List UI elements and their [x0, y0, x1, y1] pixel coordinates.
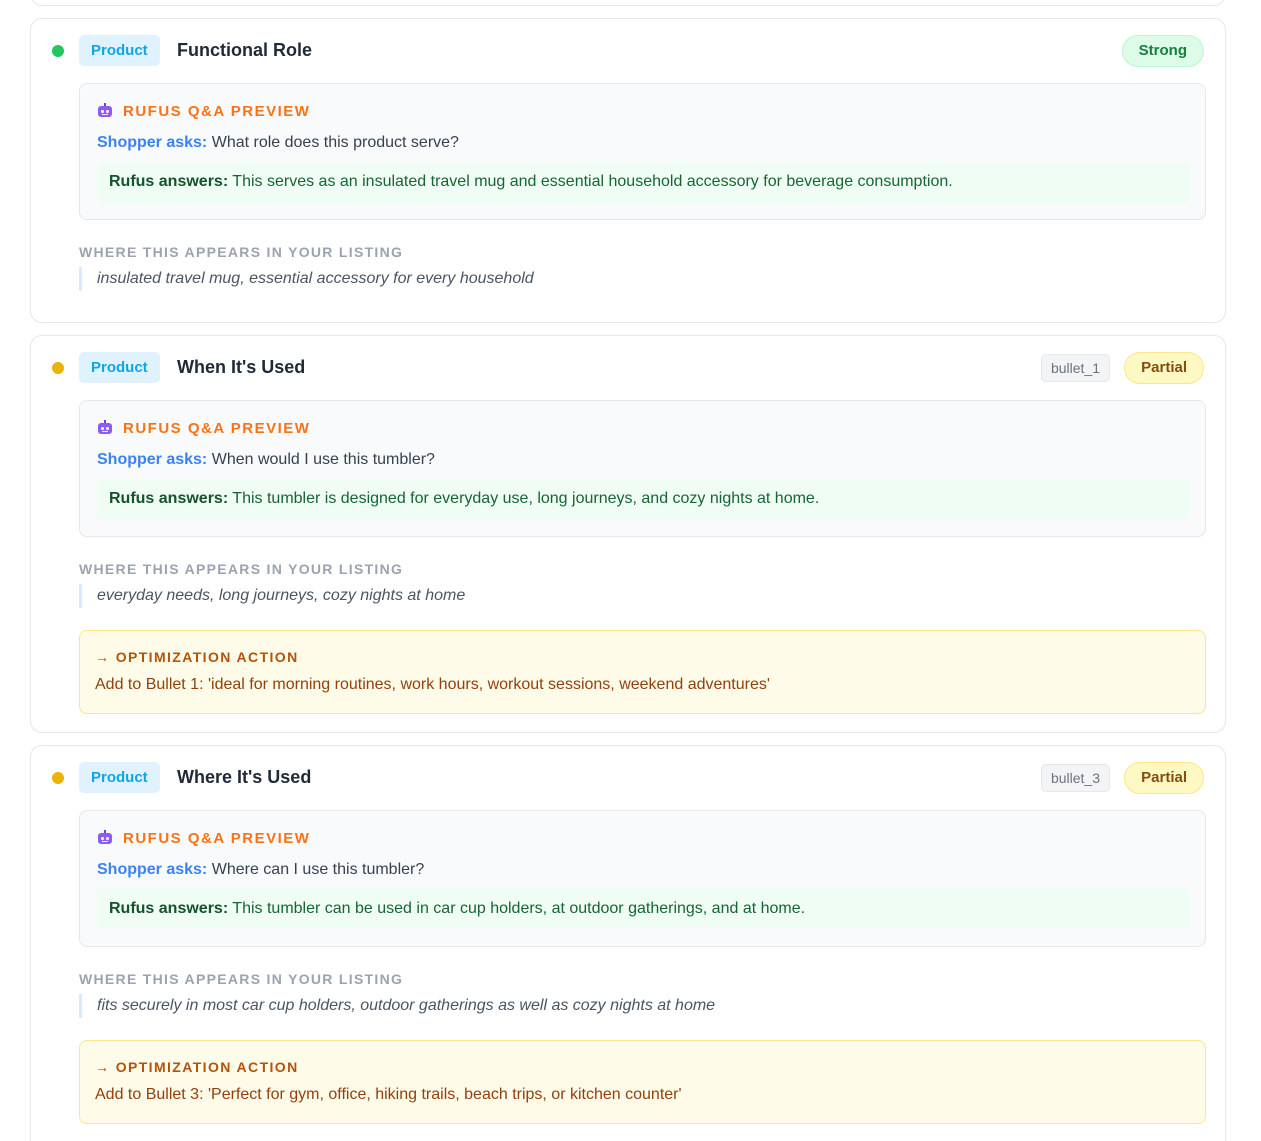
where-label: WHERE THIS APPEARS IN YOUR LISTING: [79, 561, 404, 577]
optimization-title: → OPTIMIZATION ACTION: [95, 649, 299, 665]
category-badge: Product: [79, 762, 160, 793]
question-text: Where can I use this tumbler?: [211, 861, 425, 878]
robot-icon: [97, 103, 113, 119]
optimization-text: Add to Bullet 1: 'ideal for morning rout…: [95, 676, 770, 693]
listing-quote: everyday needs, long journeys, cozy nigh…: [79, 584, 465, 608]
rufus-answer: Rufus answers: This tumbler can be used …: [97, 889, 1190, 929]
question-text: When would I use this tumbler?: [211, 451, 435, 468]
where-label: WHERE THIS APPEARS IN YOUR LISTING: [79, 971, 404, 987]
status-dot-icon: [52, 45, 64, 57]
card-header[interactable]: Product Functional Role Strong: [31, 19, 1225, 83]
optimization-action: → OPTIMIZATION ACTION Add to Bullet 1: '…: [79, 630, 1206, 714]
attribute-card-when-used: Product When It's Used bullet_1 Partial …: [30, 335, 1226, 733]
attribute-card-functional-role: Product Functional Role Strong RUFUS Q&A…: [30, 18, 1226, 323]
shopper-question: Shopper asks: When would I use this tumb…: [97, 449, 435, 471]
card-header[interactable]: Product Where It's Used bullet_3 Partial: [31, 746, 1225, 810]
previous-card-edge: [30, 0, 1226, 6]
shopper-label: Shopper asks:: [97, 134, 208, 151]
status-badge: Partial: [1124, 352, 1204, 384]
attribute-card-where-used: Product Where It's Used bullet_3 Partial…: [30, 745, 1226, 1141]
card-header[interactable]: Product When It's Used bullet_1 Partial: [31, 336, 1225, 400]
robot-icon: [97, 420, 113, 436]
rufus-qa-preview: RUFUS Q&A PREVIEW Shopper asks: Where ca…: [79, 810, 1206, 947]
optimization-action: → OPTIMIZATION ACTION Add to Bullet 3: '…: [79, 1040, 1206, 1124]
robot-icon: [97, 830, 113, 846]
source-tag: bullet_3: [1040, 764, 1110, 792]
qa-preview-title: RUFUS Q&A PREVIEW: [123, 419, 311, 437]
listing-quote: fits securely in most car cup holders, o…: [79, 994, 715, 1018]
card-title: Where It's Used: [177, 767, 312, 787]
page: Product Functional Role Strong RUFUS Q&A…: [0, 0, 1261, 1141]
status-badge: Strong: [1121, 35, 1204, 67]
answer-text: This serves as an insulated travel mug a…: [232, 173, 953, 190]
shopper-label: Shopper asks:: [97, 861, 208, 878]
where-label: WHERE THIS APPEARS IN YOUR LISTING: [79, 244, 404, 260]
shopper-question: Shopper asks: What role does this produc…: [97, 132, 459, 154]
listing-quote: insulated travel mug, essential accessor…: [79, 267, 534, 291]
status-badge: Partial: [1124, 762, 1204, 794]
rufus-answer: Rufus answers: This tumbler is designed …: [97, 479, 1190, 519]
answer-text: This tumbler is designed for everyday us…: [232, 490, 820, 507]
qa-preview-title: RUFUS Q&A PREVIEW: [123, 102, 311, 120]
rufus-answer: Rufus answers: This serves as an insulat…: [97, 162, 1190, 202]
optimization-text: Add to Bullet 3: 'Perfect for gym, offic…: [95, 1086, 682, 1103]
rufus-label: Rufus answers:: [109, 900, 229, 917]
category-badge: Product: [79, 35, 160, 66]
source-tag: bullet_1: [1040, 354, 1110, 382]
answer-text: This tumbler can be used in car cup hold…: [232, 900, 806, 917]
rufus-label: Rufus answers:: [109, 173, 229, 190]
rufus-qa-preview: RUFUS Q&A PREVIEW Shopper asks: When wou…: [79, 400, 1206, 537]
qa-preview-title: RUFUS Q&A PREVIEW: [123, 829, 311, 847]
card-title: When It's Used: [177, 357, 306, 377]
shopper-label: Shopper asks:: [97, 451, 208, 468]
rufus-label: Rufus answers:: [109, 490, 229, 507]
status-dot-icon: [52, 772, 64, 784]
rufus-qa-preview: RUFUS Q&A PREVIEW Shopper asks: What rol…: [79, 83, 1206, 220]
category-badge: Product: [79, 352, 160, 383]
question-text: What role does this product serve?: [211, 134, 459, 151]
card-title: Functional Role: [177, 40, 312, 60]
status-dot-icon: [52, 362, 64, 374]
shopper-question: Shopper asks: Where can I use this tumbl…: [97, 859, 424, 881]
optimization-title: → OPTIMIZATION ACTION: [95, 1059, 299, 1075]
